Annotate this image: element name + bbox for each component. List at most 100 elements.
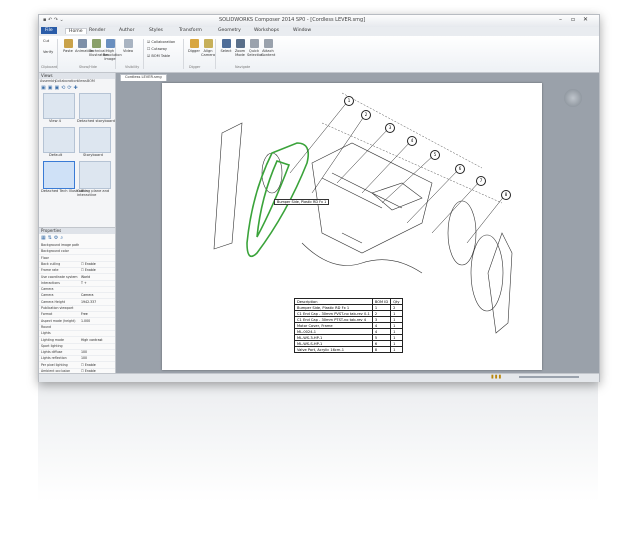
property-key: Sport lighting bbox=[41, 343, 63, 348]
view-label: Cutting plane and interactive bbox=[77, 189, 110, 197]
callout-2[interactable]: 2 bbox=[361, 110, 371, 120]
property-key: Lights reflection bbox=[41, 356, 67, 361]
collaboration-check[interactable]: ☑ Collaboration bbox=[147, 40, 175, 44]
quick-selection-icon bbox=[249, 39, 259, 48]
bom-cell: 8 bbox=[371, 346, 392, 353]
animation-button[interactable]: Animation bbox=[75, 39, 94, 53]
view-thumbnail-selected[interactable] bbox=[43, 161, 75, 189]
property-value[interactable]: 1.000 bbox=[81, 319, 90, 323]
ribbon-button-label: Animation bbox=[75, 49, 94, 53]
view-thumbnail[interactable] bbox=[43, 127, 75, 153]
property-key: Camera bbox=[41, 293, 54, 298]
technical-illustration-button[interactable]: Technical Illustration bbox=[89, 39, 109, 57]
attach-content-icon bbox=[263, 39, 273, 48]
property-value[interactable]: World bbox=[81, 275, 90, 279]
navigation-cube-icon[interactable] bbox=[564, 89, 582, 107]
ribbon-button-label: Technical Illustration bbox=[89, 49, 109, 57]
view-label: Storyboard bbox=[83, 153, 103, 157]
property-key: Format bbox=[41, 312, 53, 317]
ribbon-button-label: High Resolution Image bbox=[103, 49, 122, 61]
callout-3[interactable]: 3 bbox=[385, 123, 395, 133]
video-button[interactable]: Video bbox=[121, 39, 135, 53]
document-tab[interactable]: Cordless LEVER.smg bbox=[120, 74, 167, 81]
callout-7[interactable]: 7 bbox=[476, 176, 486, 186]
group-label-showhide: Show/Hide bbox=[79, 65, 98, 69]
zoom-mode-icon bbox=[235, 39, 245, 48]
property-value[interactable]: High contrast bbox=[81, 338, 103, 342]
status-icons[interactable]: ▮▮▮ bbox=[491, 374, 502, 380]
tab-geometry[interactable]: Geometry bbox=[218, 28, 241, 33]
group-label-visibility: Visibility bbox=[125, 65, 140, 69]
bom-table-check[interactable]: ☑ BOM Table bbox=[147, 54, 170, 58]
left-panel: Views Assembly Collaboration Views BOM ▣… bbox=[39, 73, 116, 382]
ribbon-button-label: Select bbox=[220, 49, 232, 53]
property-key: Use coordinate system bbox=[41, 274, 78, 279]
property-value[interactable]: ☐ Enable bbox=[81, 363, 96, 367]
tab-views[interactable]: Views bbox=[77, 79, 87, 83]
property-value[interactable]: ☐ Enable bbox=[81, 262, 96, 266]
minimize-icon[interactable]: – bbox=[559, 16, 562, 23]
callout-6[interactable]: 6 bbox=[455, 164, 465, 174]
high-resolution-image-button[interactable]: High Resolution Image bbox=[103, 39, 122, 61]
part-tooltip: Bumper Side, Plastic RD Fx 1 bbox=[274, 199, 330, 205]
maximize-icon[interactable]: ▫ bbox=[571, 16, 575, 23]
tab-author[interactable]: Author bbox=[119, 28, 134, 33]
digger-button[interactable]: Digger bbox=[187, 39, 201, 53]
zoom-slider[interactable] bbox=[519, 376, 579, 378]
tab-collaboration[interactable]: Collaboration bbox=[55, 79, 78, 83]
property-value[interactable]: 100 bbox=[81, 350, 87, 354]
property-key: Frame rate bbox=[41, 268, 59, 273]
callout-8[interactable]: 8 bbox=[501, 190, 511, 200]
select-icon bbox=[221, 39, 231, 48]
property-key: Lights diffuse bbox=[41, 350, 63, 355]
view-label: View 4 bbox=[49, 119, 61, 123]
attach-content-button[interactable]: Attach Content bbox=[261, 39, 275, 57]
align-camera-button[interactable]: Align Camera bbox=[201, 39, 215, 57]
bom-row[interactable]: Valve Port, Acrylic 16cm-1 8 1 bbox=[294, 346, 403, 353]
window-title: SOLIDWORKS Composer 2014 SP0 - [Cordless… bbox=[219, 17, 366, 23]
property-value[interactable]: T + bbox=[81, 281, 87, 285]
properties-toolbar[interactable]: ▦⇅⚙⌕ bbox=[41, 235, 65, 241]
tab-workshops[interactable]: Workshops bbox=[254, 28, 279, 33]
callout-1[interactable]: 1 bbox=[344, 96, 354, 106]
view-thumbnail[interactable] bbox=[43, 93, 75, 119]
property-value[interactable]: 1942.337 bbox=[81, 300, 96, 304]
tab-home[interactable]: Home bbox=[65, 28, 87, 34]
video-icon bbox=[123, 39, 133, 48]
paste-button[interactable]: Paste bbox=[61, 39, 75, 53]
callout-4[interactable]: 4 bbox=[407, 136, 417, 146]
tab-window[interactable]: Window bbox=[293, 28, 311, 33]
view-thumbnail[interactable] bbox=[79, 161, 111, 189]
cut-button[interactable]: Cut bbox=[43, 39, 49, 43]
tab-styles[interactable]: Styles bbox=[149, 28, 163, 33]
animation-icon bbox=[77, 39, 87, 48]
property-value[interactable]: ☐ Enable bbox=[81, 268, 96, 272]
select-button[interactable]: Select bbox=[219, 39, 233, 53]
close-icon[interactable]: ✕ bbox=[583, 16, 588, 23]
verify-button[interactable]: Verify bbox=[43, 50, 53, 54]
ribbon-button-label: Video bbox=[122, 49, 134, 53]
property-key: Camera bbox=[41, 287, 54, 292]
views-toolbar[interactable]: ▣▣▣⟲⟳✚ bbox=[41, 85, 80, 91]
drawing-sheet[interactable]: 1 2 3 4 5 6 7 8 Bumper Side, Plastic RD … bbox=[162, 83, 542, 370]
window-reflection bbox=[38, 382, 598, 502]
property-key: Aspect mode (height) bbox=[41, 318, 76, 323]
zoom-mode-button[interactable]: Zoom Mode bbox=[233, 39, 247, 57]
property-value[interactable]: 100 bbox=[81, 356, 87, 360]
tab-transform[interactable]: Transform bbox=[179, 28, 202, 33]
property-value[interactable]: Free bbox=[81, 312, 88, 316]
cutaway-check[interactable]: ☐ Cutaway bbox=[147, 47, 167, 51]
view-thumbnail[interactable] bbox=[79, 93, 111, 119]
screenshot-stage: ▪ ↶ ↷ ⌄ SOLIDWORKS Composer 2014 SP0 - [… bbox=[0, 0, 640, 542]
property-value[interactable]: Camera bbox=[81, 293, 94, 297]
document-viewport[interactable]: Cordless LEVER.smg 1 2 3 4 5 6 7 8 Bumpe… bbox=[116, 73, 599, 373]
tab-render[interactable]: Render bbox=[89, 28, 105, 33]
property-key: Interactions bbox=[41, 280, 60, 285]
tab-file[interactable]: File bbox=[41, 27, 57, 34]
quick-access-toolbar[interactable]: ▪ ↶ ↷ ⌄ bbox=[43, 17, 64, 23]
callout-5[interactable]: 5 bbox=[430, 150, 440, 160]
quick-selection-button[interactable]: Quick Selection bbox=[247, 39, 264, 57]
tab-assembly[interactable]: Assembly bbox=[40, 79, 56, 83]
view-thumbnail[interactable] bbox=[79, 127, 111, 153]
tab-bom[interactable]: BOM bbox=[87, 79, 95, 83]
